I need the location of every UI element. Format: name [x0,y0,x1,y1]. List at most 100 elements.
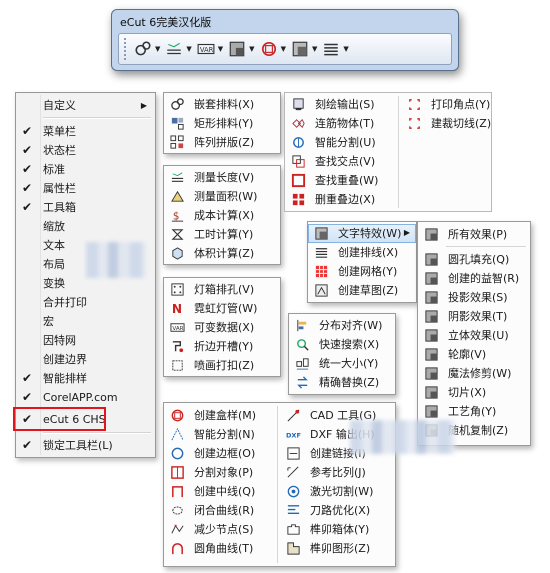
panel-item[interactable]: 建裁切线(Z) [401,114,491,133]
measure-panel: 测量长度(V) 测量面积(W) 成本计算(X) 工时计算(Y) 体积计算(Z) [163,165,281,265]
panel-item[interactable]: 减少节点(S) [164,520,274,539]
nesting-button[interactable]: ▼ [134,37,160,61]
reference-scale-icon [286,465,301,480]
menu-item-customize[interactable]: 自定义 ▶ [16,96,155,115]
menu-item-corelapp[interactable]: ✔ CorelAPP.com [16,388,155,407]
bridge-icon [291,116,306,131]
grommet-icon [170,358,185,373]
menu-item-internet[interactable]: 因特网 [16,331,155,350]
reduce-nodes-icon [170,522,185,537]
panel-item[interactable]: 刻绘输出(S) [285,95,395,114]
panel-item[interactable]: 创建中线(Q) [164,482,274,501]
panel-item[interactable]: 成本计算(X) [164,206,280,225]
panel-item[interactable]: 工时计算(Y) [164,225,280,244]
menu-item-statusbar[interactable]: ✔ 状态栏 [16,141,155,160]
panel-item[interactable]: 激光切割(W) [280,482,395,501]
text-effects-icon [314,226,329,241]
panel-item[interactable]: 阵列拼版(Z) [164,133,280,152]
menu-item-toolbox[interactable]: ✔ 工具箱 [16,198,155,217]
menu-item-property-bar[interactable]: ✔ 属性栏 [16,179,155,198]
toolbar-title: eCut 6完美汉化版 [120,16,212,29]
panel-item[interactable]: 魔法修剪(W) [418,364,530,383]
effects-icon [424,309,439,324]
lamp-button[interactable]: ▼ [197,37,223,61]
panel-item[interactable]: 查找交点(V) [285,152,395,171]
dropdown-arrow-icon: ▼ [186,45,192,53]
panel-item[interactable]: 灯箱排孔(V) [164,280,280,299]
text-effects-button[interactable]: ▼ [291,37,317,61]
ruler-icon [170,170,185,185]
laser-icon [286,484,301,499]
panel-item[interactable]: 阴影效果(T) [418,307,530,326]
panel-item-text-effects[interactable]: 文字特效(W) ▶ [308,224,416,243]
menu-item-print-merge[interactable]: 合并打印 [16,293,155,312]
panel-item[interactable]: 参考比列(J) [280,463,395,482]
panel-item[interactable]: 分割对象(P) [164,463,274,482]
engrave-output-icon [291,97,306,112]
panel-item[interactable]: 快速搜索(X) [289,335,395,354]
menu-item-create-boundary[interactable]: 创建边界 [16,350,155,369]
hatch-lines-icon [314,245,329,260]
panel-item[interactable]: 创建网格(Y) [308,262,416,281]
neon-icon [170,301,185,316]
panel-item[interactable]: 创建盒样(M) [164,406,274,425]
dropdown-arrow-icon: ▼ [217,45,224,53]
panel-item[interactable]: 轮廓(V) [418,345,530,364]
panel-item[interactable]: 创建的益智(R) [418,269,530,288]
intersection-icon [291,154,306,169]
panel-item[interactable]: 喷画打扣(Z) [164,356,280,375]
panel-item[interactable]: 嵌套排料(X) [164,95,280,114]
panel-item[interactable]: 分布对齐(W) [289,316,395,335]
panel-item[interactable]: 立体效果(U) [418,326,530,345]
panel-item[interactable]: 创建草图(Z) [308,281,416,300]
panel-item[interactable]: 查找重叠(W) [285,171,395,190]
panel-item[interactable]: 榫卯箱体(Y) [280,520,395,539]
panel-item[interactable]: 切片(X) [418,383,530,402]
menu-item-zoom[interactable]: 缩放 [16,217,155,236]
panel-item[interactable]: 矩形排料(Y) [164,114,280,133]
measure-button[interactable]: ▼ [165,37,192,61]
create-box-button[interactable]: ▼ [260,37,286,61]
dropdown-arrow-icon: ▼ [249,45,255,53]
panel-item[interactable]: 榫卯图形(Z) [280,539,395,558]
panel-item[interactable]: 打印角点(Y) [401,95,491,114]
panel-item[interactable]: 测量面积(W) [164,187,280,206]
panel-item[interactable]: 圆角曲线(T) [164,539,274,558]
panel-item[interactable]: 所有效果(P) [418,225,530,244]
panel-item[interactable]: 工艺角(Y) [418,402,530,421]
toolbar-strip: ▼ ▼ ▼ ▼ ▼ ▼ ▼ [118,33,452,65]
dropdown-arrow-icon: ▼ [155,45,161,53]
centerline-icon [170,484,185,499]
panel-item[interactable]: 刀路优化(X) [280,501,395,520]
menu-item-standard[interactable]: ✔ 标准 [16,160,155,179]
panel-item[interactable]: 统一大小(Y) [289,354,395,373]
panel-item[interactable]: 霓虹灯管(W) [164,299,280,318]
menu-item-lock-toolbars[interactable]: ✔ 锁定工具栏(L) [16,436,155,455]
crop-mark-icon [407,116,422,131]
array-icon [170,135,185,150]
panel-item[interactable]: 可变数据(X) [164,318,280,337]
panel-item[interactable]: 精确替换(Z) [289,373,395,392]
panel-item[interactable]: 闭合曲线(R) [164,501,274,520]
panel-item[interactable]: 测量长度(V) [164,168,280,187]
panel-item[interactable]: 创建排线(X) [308,243,416,262]
panel-item[interactable]: 投影效果(S) [418,288,530,307]
menu-item-macro[interactable]: 宏 [16,312,155,331]
submenu-arrow-icon: ▶ [403,228,410,237]
align-icon [295,318,310,333]
panel-item[interactable]: 折边开槽(Y) [164,337,280,356]
panel-item[interactable]: 删重叠边(X) [285,190,395,209]
overlap-icon [291,173,306,188]
panel-item[interactable]: 体积计算(Z) [164,244,280,263]
menu-item-menubar[interactable]: ✔ 菜单栏 [16,122,155,141]
engrave-button[interactable]: ▼ [228,37,255,61]
check-icon: ✔ [22,143,33,157]
layout-button[interactable]: ▼ [322,37,349,61]
panel-item[interactable]: 智能分割(U) [285,133,395,152]
panel-item[interactable]: 圆孔填充(Q) [418,250,530,269]
toolbar-grip[interactable] [124,38,130,60]
panel-item[interactable]: 智能分割(N) [164,425,274,444]
menu-item-smart-nesting[interactable]: ✔ 智能排样 [16,369,155,388]
panel-item[interactable]: 连筋物体(T) [285,114,395,133]
panel-item[interactable]: 创建边框(O) [164,444,274,463]
